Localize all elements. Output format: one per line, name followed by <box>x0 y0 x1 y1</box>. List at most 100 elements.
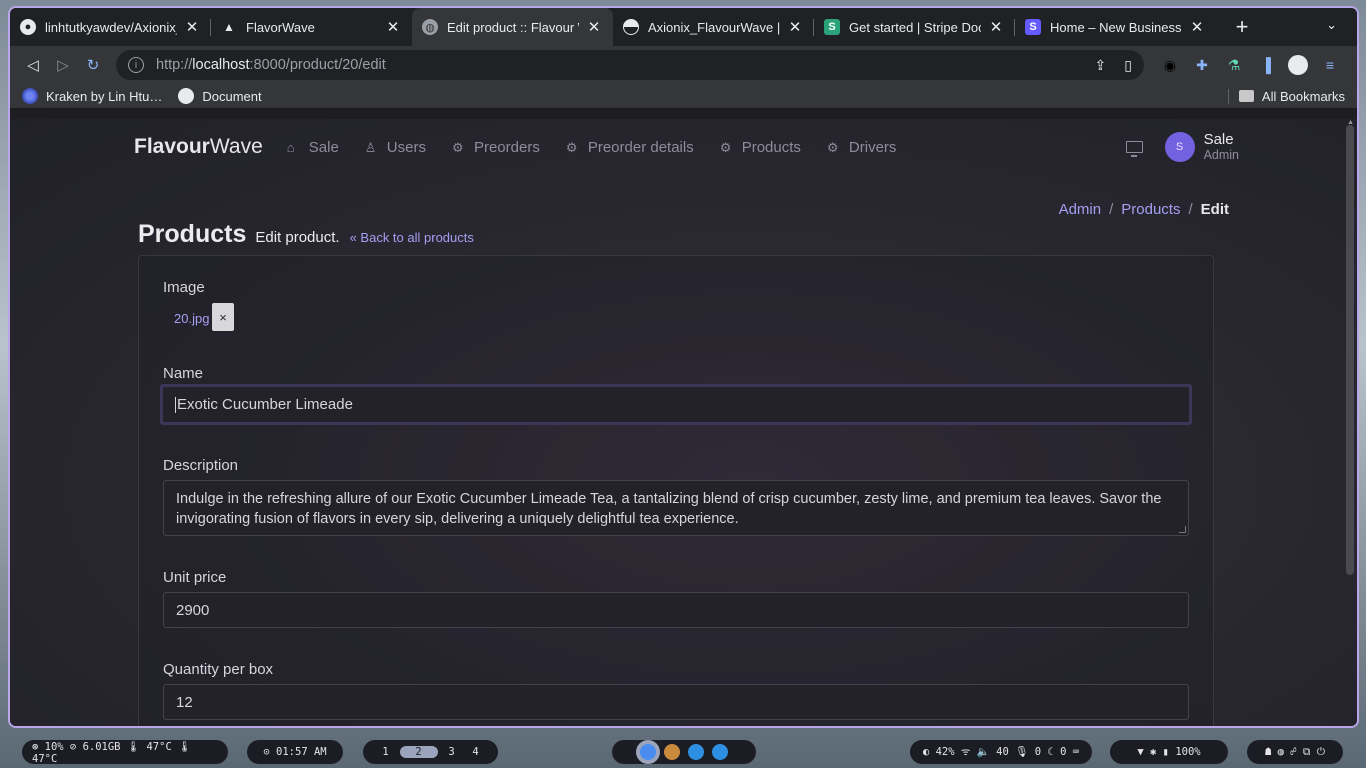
side-panel-icon[interactable]: ▐ <box>1250 57 1282 73</box>
page-title: Products <box>138 220 247 248</box>
browser-window: ● linhtutkyawdev/Axionix_ ✕ ▲ FlavorWave… <box>10 8 1357 726</box>
tab-title: Home – New Business <box>1050 19 1182 35</box>
battery-status[interactable]: ▼ ✱ ▮ 100% <box>1110 740 1228 764</box>
profile-avatar-icon[interactable] <box>1282 55 1314 75</box>
url-scheme: http:// <box>156 57 193 73</box>
desktop-taskbar: ⊛ 10% ⊘ 6.01GB 🌡 47°C 🌡 47°C ⊙ 01:57 AM … <box>0 736 1366 768</box>
brand-light: Wave <box>209 135 263 158</box>
nav-products[interactable]: ⚙ Products <box>720 139 801 156</box>
brand-bold: Flavour <box>134 135 210 158</box>
audio-status[interactable]: ◐ 42% ᯤ 🔈 40 🎙 0 ☾ 0 ⌨ <box>910 740 1092 764</box>
nav-label: Preorders <box>473 138 540 156</box>
bookmark-label: Document <box>202 88 262 104</box>
nav-label: Drivers <box>848 138 897 156</box>
chevron-down-icon[interactable]: ⌄ <box>1326 17 1337 33</box>
vscode-icon[interactable] <box>712 744 728 760</box>
url-path: :8000/product/20/edit <box>249 57 386 73</box>
unit-price-label: Unit price <box>163 569 227 586</box>
tab-new-business[interactable]: S Home – New Business ✕ <box>1015 8 1216 46</box>
breadcrumb-separator: / <box>1188 201 1193 218</box>
nav-label: Users <box>386 138 426 156</box>
bookmark-label: Kraken by Lin Htu… <box>46 88 163 104</box>
unit-price-input[interactable]: 2900 <box>163 592 1189 628</box>
system-stats: ⊛ 10% ⊘ 6.01GB 🌡 47°C 🌡 47°C <box>22 740 228 765</box>
nav-preorder-details[interactable]: ⚙ Preorder details <box>566 139 694 156</box>
extension-eyes-icon[interactable]: ◉ <box>1154 57 1186 74</box>
image-file-link[interactable]: 20.jpg <box>174 311 209 326</box>
workspace-3[interactable]: 3 <box>442 746 462 758</box>
vscode-icon[interactable] <box>688 744 704 760</box>
menu-icon[interactable]: ≡ <box>1314 57 1346 73</box>
breadcrumb-admin[interactable]: Admin <box>1059 201 1102 218</box>
bookmark-kraken[interactable]: Kraken by Lin Htu… <box>22 88 162 104</box>
quantity-label: Quantity per box <box>163 661 274 678</box>
breadcrumb-separator: / <box>1109 201 1114 218</box>
gear-icon: ⚙ <box>451 139 464 155</box>
globe-icon: ◍ <box>422 19 438 35</box>
brand-logo[interactable]: FlavourWave <box>134 135 263 159</box>
close-icon[interactable]: ✕ <box>987 18 1005 36</box>
avatar[interactable]: S <box>1164 132 1195 162</box>
breadcrumb-products[interactable]: Products <box>1121 201 1180 218</box>
description-textarea[interactable]: Indulge in the refreshing allure of our … <box>163 480 1189 536</box>
tab-title: linhtutkyawdev/Axionix_ <box>45 19 177 35</box>
user-icon: ♙ <box>364 139 377 155</box>
quantity-input[interactable]: 12 <box>163 684 1189 720</box>
user-menu[interactable]: S Sale Admin <box>1125 132 1239 162</box>
name-input[interactable]: Exotic Cucumber Limeade <box>160 384 1192 425</box>
folder-icon <box>1238 90 1254 102</box>
close-icon[interactable]: ✕ <box>1188 18 1206 36</box>
chrome-icon[interactable] <box>640 744 656 760</box>
product-form-card: Image 20.jpg × Name Exotic Cucumber Lime… <box>138 255 1214 726</box>
close-icon[interactable]: ✕ <box>384 18 402 36</box>
nav-sale[interactable]: ⌂ Sale <box>287 139 339 156</box>
resize-handle[interactable] <box>1179 526 1186 533</box>
bookmark-document[interactable]: Document <box>178 88 262 104</box>
tab-axionix[interactable]: Axionix_FlavourWave | ✕ <box>613 8 814 46</box>
tab-github[interactable]: ● linhtutkyawdev/Axionix_ ✕ <box>10 8 211 46</box>
page-scrollbar[interactable] <box>1346 125 1354 575</box>
nav-users[interactable]: ♙ Users <box>365 139 426 156</box>
close-icon[interactable]: ✕ <box>585 18 603 36</box>
new-tab-button[interactable]: + <box>1222 14 1262 40</box>
extensions-puzzle-icon[interactable]: ✚ <box>1186 57 1218 74</box>
double-chevron-left-icon: « <box>349 230 361 245</box>
url-host: localhost <box>192 57 250 73</box>
app-icon[interactable] <box>664 744 680 760</box>
gear-icon: ⚙ <box>565 139 578 155</box>
workspace-1[interactable]: 1 <box>376 746 396 758</box>
nav-label: Products <box>741 138 801 156</box>
address-bar[interactable]: i http://localhost:8000/product/20/edit … <box>116 50 1144 80</box>
app-dock <box>612 740 756 764</box>
back-icon[interactable]: ◁ <box>18 50 48 80</box>
tab-edit-product[interactable]: ◍ Edit product :: Flavour W ✕ <box>412 8 613 46</box>
remove-image-button[interactable]: × <box>212 303 234 331</box>
clock: ⊙ 01:57 AM <box>247 740 343 764</box>
bookmark-star-icon[interactable]: ▯ <box>1124 57 1132 74</box>
stripe-s-icon: S <box>824 19 840 35</box>
back-to-products-link[interactable]: « Back to all products <box>350 230 474 245</box>
extension-flask-icon[interactable]: ⚗ <box>1218 57 1250 74</box>
power-controls[interactable]: ☗ ◍ ☍ ⧉ ⏻ <box>1247 740 1343 764</box>
globe-icon <box>178 88 195 104</box>
all-bookmarks[interactable]: All Bookmarks <box>1227 88 1345 104</box>
close-icon[interactable]: ✕ <box>183 18 201 36</box>
monitor-icon[interactable] <box>1125 141 1143 157</box>
home-icon: ⌂ <box>286 139 295 155</box>
close-icon[interactable]: ✕ <box>786 18 804 36</box>
share-icon[interactable]: ⇪ <box>1095 57 1107 74</box>
tab-title: Edit product :: Flavour W <box>447 19 579 35</box>
reload-icon[interactable]: ↻ <box>78 50 108 80</box>
nav-preorders[interactable]: ⚙ Preorders <box>452 139 540 156</box>
tab-title: FlavorWave <box>246 19 315 35</box>
all-bookmarks-label: All Bookmarks <box>1261 88 1345 104</box>
tab-stripe-docs[interactable]: S Get started | Stripe Doc ✕ <box>814 8 1015 46</box>
workspace-2[interactable]: 2 <box>399 746 438 758</box>
nav-drivers[interactable]: ⚙ Drivers <box>827 139 897 156</box>
nav-label: Preorder details <box>587 138 694 156</box>
stripe-s-icon: S <box>1025 19 1041 35</box>
forward-icon[interactable]: ▷ <box>48 50 78 80</box>
info-icon[interactable]: i <box>128 57 144 73</box>
tab-flavorwave[interactable]: ▲ FlavorWave ✕ <box>211 8 412 46</box>
workspace-4[interactable]: 4 <box>466 746 486 758</box>
